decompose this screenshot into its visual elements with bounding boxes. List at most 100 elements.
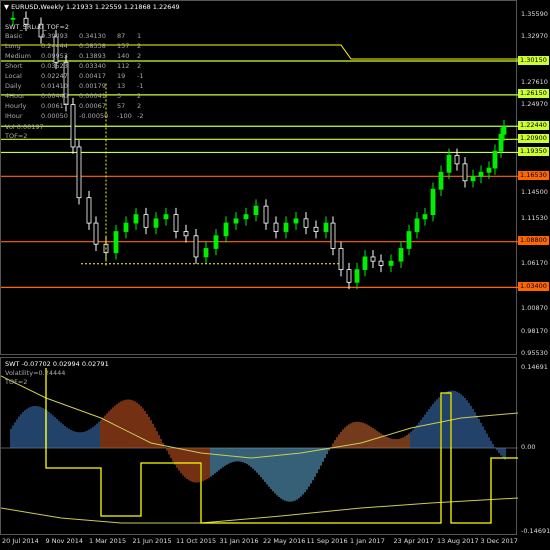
stats-cell-d: 2 xyxy=(137,92,142,100)
vol-label: Vol 0.00197 xyxy=(5,123,44,131)
candle-body xyxy=(303,218,309,228)
candle-body xyxy=(163,214,169,220)
candle-body xyxy=(346,269,352,283)
candle-body xyxy=(183,231,189,237)
volatility-label: Volatility=0.24444 xyxy=(5,369,66,377)
candle-body xyxy=(243,214,249,220)
candle-body xyxy=(438,171,444,190)
stats-cell-name: Short xyxy=(5,62,23,70)
stats-cell-v1: 0.00617 xyxy=(41,102,68,110)
candle-body xyxy=(253,205,259,216)
stats-cell-v1: 0.00440 xyxy=(41,92,68,100)
candle-body xyxy=(398,248,404,262)
candle-body xyxy=(193,235,199,258)
stats-cell-d: -1 xyxy=(137,82,144,90)
stats-row: Long 0.24444 0.38338 157 2 xyxy=(5,42,147,50)
level-badge: 1.16530 xyxy=(518,170,549,180)
candle-body xyxy=(338,248,344,271)
stats-cell-v2: 0.00417 xyxy=(79,72,106,80)
stats-cell-d: -2 xyxy=(137,112,144,120)
candle-body xyxy=(422,214,428,220)
date-tick-label: 31 Jan 2016 xyxy=(219,537,259,545)
stats-cell-n: 157 xyxy=(117,42,130,50)
price-tick-label: 1.11530 xyxy=(521,213,548,222)
stats-cell-d: -1 xyxy=(137,72,144,80)
stats-cell-v1: 0.39493 xyxy=(41,32,68,40)
candle-body xyxy=(173,214,179,232)
candle-body xyxy=(406,231,412,249)
stats-cell-v1: 0.09953 xyxy=(41,52,68,60)
stats-cell-v1: 0.02247 xyxy=(41,72,68,80)
date-tick-label: 21 Jun 2015 xyxy=(132,537,172,545)
date-tick-label: 9 Nov 2014 xyxy=(45,537,84,545)
stats-cell-v2: 0.34130 xyxy=(79,32,106,40)
date-tick-label: 22 May 2016 xyxy=(263,537,306,545)
candle-body xyxy=(133,214,139,224)
candle-body xyxy=(354,269,360,283)
level-badge: 1.03400 xyxy=(518,281,549,291)
candle-body xyxy=(93,222,99,245)
price-tick-label: 0.95530 xyxy=(521,349,548,357)
stats-row: Short 0.03523 0.03340 112 2 xyxy=(5,62,147,70)
stats-cell-d: 2 xyxy=(137,52,142,60)
stats-cell-name: Daily xyxy=(5,82,22,90)
candle-body xyxy=(233,218,239,224)
stats-row: IHour 0.00050 -0.00050 -100 -2 xyxy=(5,112,147,120)
price-tick-label: 1.27610 xyxy=(521,77,548,86)
price-tick-label: 1.00870 xyxy=(521,303,548,312)
dropdown-arrow-icon[interactable]: ▼ xyxy=(4,3,9,11)
date-tick-label: 23 Apr 2017 xyxy=(393,537,434,545)
candle-body xyxy=(462,163,468,182)
price-tick-label: 1.24970 xyxy=(521,99,548,108)
time-axis[interactable]: 20 Jul 2014 9 Nov 2014 1 Mar 2015 21 Jun 20… xyxy=(0,535,550,550)
candle-body xyxy=(223,222,229,237)
candle-body xyxy=(283,222,289,232)
stats-cell-name: Medium xyxy=(5,52,31,60)
candle-body xyxy=(414,218,420,232)
level-badge: 1.30150 xyxy=(518,55,549,65)
candle-body xyxy=(143,214,149,228)
candle-body xyxy=(70,104,76,148)
level-badge: 1.08800 xyxy=(518,236,549,246)
candle-body xyxy=(293,218,299,224)
sub-tick-label: 0.14691 xyxy=(521,363,548,371)
stats-cell-v2: -0.00050 xyxy=(79,112,109,120)
stats-cell-n: -100 xyxy=(117,112,132,120)
stats-cell-d: 2 xyxy=(137,62,142,70)
date-tick-label: 20 Jul 2014 xyxy=(2,537,39,545)
date-tick-label: 3 Dec 2017 xyxy=(480,537,518,545)
stats-row: Hourly 0.00617 0.00067 57 2 xyxy=(5,102,147,110)
price-tick-label: 1.32970 xyxy=(521,32,548,41)
stats-cell-v2: 0.03340 xyxy=(79,62,106,70)
price-tick-label: 0.98170 xyxy=(521,326,548,335)
price-tick-label: 1.14500 xyxy=(521,188,548,197)
stats-row: Basic 0.39493 0.34130 87 1 xyxy=(5,32,147,40)
stats-row: 4Hour 0.00440 0.00041 3 2 xyxy=(5,92,147,100)
stats-cell-n: 140 xyxy=(117,52,130,60)
price-chart-pane[interactable]: ▼ EURUSD,Weekly 1.21933 1.22559 1.21868 … xyxy=(0,0,518,355)
candle-body xyxy=(153,218,159,228)
candle-body xyxy=(478,171,484,177)
candle-body xyxy=(86,197,92,224)
candle-body xyxy=(492,150,498,169)
candle-body xyxy=(501,126,507,135)
chart-header: ▼ EURUSD,Weekly 1.21933 1.22559 1.21868 … xyxy=(4,3,180,11)
candle-body xyxy=(123,222,129,232)
stats-cell-v1: 0.00050 xyxy=(41,112,68,120)
candle-body xyxy=(10,17,16,20)
candle-body xyxy=(454,154,460,165)
swt-header: SWT -0.07702 0.02994 0.02791 xyxy=(5,360,109,368)
stats-cell-n: 19 xyxy=(117,72,126,80)
candle-body xyxy=(430,188,436,216)
price-axis[interactable]: 1.35590 1.32970 1.30150 1.27610 1.261501.249… xyxy=(517,0,550,535)
stats-cell-d: 1 xyxy=(137,32,142,40)
price-tick-label: 1.06170 xyxy=(521,258,548,267)
stats-cell-n: 87 xyxy=(117,32,126,40)
swt-oscillator-pane[interactable]: SWT -0.07702 0.02994 0.02791 Volatility=… xyxy=(0,357,518,535)
stats-cell-n: 3 xyxy=(117,92,122,100)
stats-cell-name: Hourly xyxy=(5,102,27,110)
candle-body xyxy=(330,222,336,249)
stats-cell-name: Long xyxy=(5,42,21,50)
candle-body xyxy=(446,154,452,173)
stats-cell-v2: 0.00179 xyxy=(79,82,106,90)
